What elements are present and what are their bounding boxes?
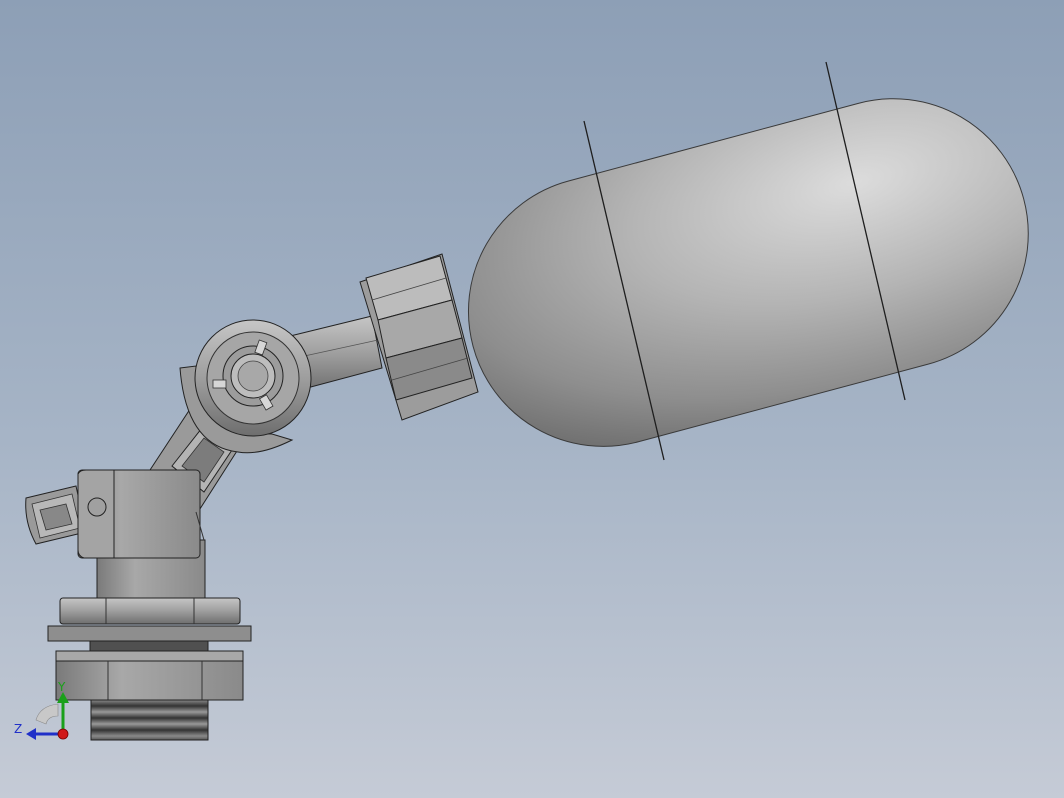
- lock-nut[interactable]: [59, 597, 241, 625]
- threaded-shank[interactable]: [90, 699, 209, 741]
- hex-base[interactable]: [55, 650, 244, 701]
- triad-rotation-arc: [35, 703, 59, 725]
- float-connector-nut[interactable]: [359, 253, 479, 421]
- valve-body[interactable]: [77, 469, 206, 603]
- washer[interactable]: [47, 625, 252, 652]
- side-lever-tab[interactable]: [25, 485, 87, 545]
- triad-y-label: Y: [58, 680, 66, 694]
- float-ball[interactable]: [438, 61, 1058, 477]
- triad-z-label: Z: [14, 722, 23, 736]
- z-axis-arrowhead: [26, 728, 36, 740]
- x-axis-dot: [57, 728, 69, 740]
- float-valve-model[interactable]: [0, 0, 1064, 798]
- graphics-viewport[interactable]: Y Z: [0, 0, 1064, 798]
- reference-triad: [26, 692, 69, 740]
